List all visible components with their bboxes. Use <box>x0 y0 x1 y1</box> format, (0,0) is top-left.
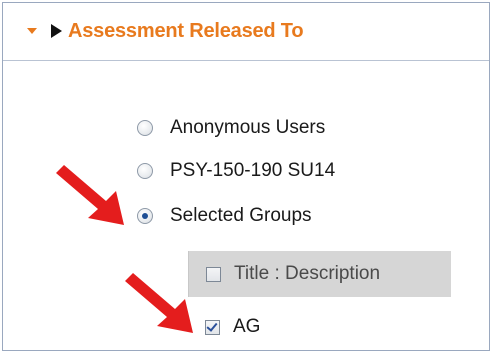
screenshot-frame: Assessment Released To Anonymous Users P… <box>0 0 494 353</box>
option-course-site[interactable]: PSY-150-190 SU14 <box>137 157 335 185</box>
group-row[interactable]: AG <box>205 314 260 340</box>
annotation-arrow-selected-groups <box>56 165 124 225</box>
arrow-shape <box>56 165 124 225</box>
option-label: PSY-150-190 SU14 <box>170 160 336 181</box>
groups-table-header: Title : Description <box>188 251 451 297</box>
radio-course-site[interactable] <box>137 163 153 179</box>
option-label: Selected Groups <box>170 205 312 226</box>
radio-anonymous-users[interactable] <box>137 120 153 136</box>
arrow-shape <box>125 273 193 333</box>
radio-selected-groups[interactable] <box>137 208 153 224</box>
triangle-right-icon <box>51 24 62 38</box>
option-label: Anonymous Users <box>170 117 326 138</box>
release-panel: Assessment Released To Anonymous Users P… <box>2 2 490 351</box>
option-selected-groups[interactable]: Selected Groups <box>137 202 312 230</box>
group-row-label: AG <box>233 316 261 337</box>
caret-down-icon[interactable] <box>27 28 37 34</box>
option-anonymous-users[interactable]: Anonymous Users <box>137 114 325 142</box>
select-all-groups-checkbox[interactable] <box>206 266 221 282</box>
section-header: Assessment Released To <box>3 3 489 61</box>
section-title[interactable]: Assessment Released To <box>68 20 304 43</box>
group-ag-checkbox[interactable] <box>205 319 220 335</box>
groups-header-label: Title : Description <box>234 263 381 284</box>
